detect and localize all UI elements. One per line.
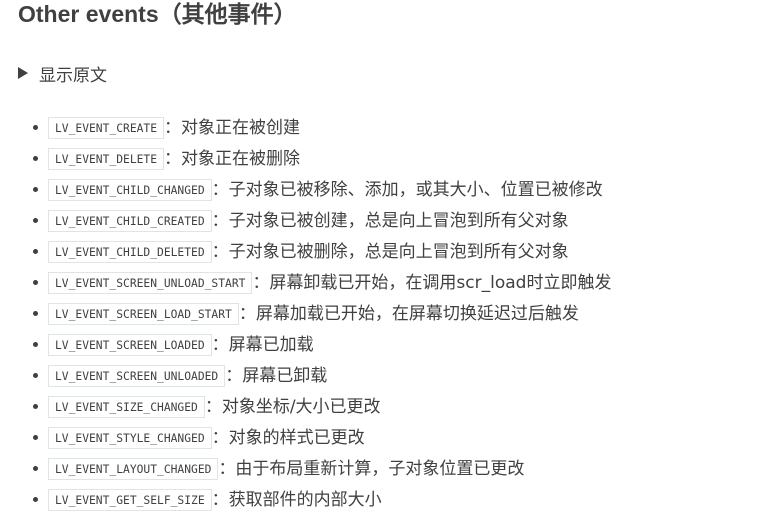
bullet-icon: [33, 373, 38, 378]
event-code: LV_EVENT_STYLE_CHANGED: [48, 426, 212, 449]
event-description: ：对象的样式已更改: [211, 427, 365, 448]
event-description: ：屏幕加载已开始，在屏幕切换延迟过后触发: [238, 303, 579, 324]
event-code: LV_EVENT_DELETE: [48, 147, 165, 170]
list-item: LV_EVENT_SCREEN_LOADED ：屏幕已加载: [0, 329, 611, 360]
list-item: LV_EVENT_SCREEN_UNLOAD_START ：屏幕卸载已开始，在调…: [0, 267, 611, 298]
list-item: LV_EVENT_SCREEN_UNLOADED ：屏幕已卸载: [0, 360, 611, 391]
bullet-icon: [33, 125, 38, 130]
list-item: LV_EVENT_LAYOUT_CHANGED ：由于布局重新计算，子对象位置已…: [0, 453, 611, 484]
page-title: Other events（其他事件）: [18, 1, 297, 27]
event-list: LV_EVENT_CREATE ：对象正在被创建 LV_EVENT_DELETE…: [0, 112, 611, 515]
bullet-icon: [33, 435, 38, 440]
event-description: ：由于布局重新计算，子对象位置已更改: [218, 458, 525, 479]
bullet-icon: [33, 342, 38, 347]
event-code: LV_EVENT_LAYOUT_CHANGED: [48, 457, 219, 480]
event-code: LV_EVENT_CHILD_CREATED: [48, 209, 212, 232]
bullet-icon: [33, 218, 38, 223]
event-code: LV_EVENT_GET_SELF_SIZE: [48, 488, 212, 511]
show-original-label: 显示原文: [39, 65, 107, 86]
event-description: ：屏幕已卸载: [225, 365, 328, 386]
bullet-icon: [33, 466, 38, 471]
event-code: LV_EVENT_SCREEN_LOADED: [48, 333, 212, 356]
list-item: LV_EVENT_CHILD_CHANGED ：子对象已被移除、添加，或其大小、…: [0, 174, 611, 205]
event-description: ：获取部件的内部大小: [211, 489, 382, 510]
bullet-icon: [33, 280, 38, 285]
list-item: LV_EVENT_GET_SELF_SIZE ：获取部件的内部大小: [0, 484, 611, 515]
list-item: LV_EVENT_SCREEN_LOAD_START ：屏幕加载已开始，在屏幕切…: [0, 298, 611, 329]
event-description: ：子对象已被删除，总是向上冒泡到所有父对象: [211, 241, 569, 262]
list-item: LV_EVENT_SIZE_CHANGED ：对象坐标/大小已更改: [0, 391, 611, 422]
event-description: ：子对象已被移除、添加，或其大小、位置已被修改: [211, 179, 603, 200]
bullet-icon: [33, 156, 38, 161]
event-description: ：对象坐标/大小已更改: [204, 396, 381, 417]
event-description: ：子对象已被创建，总是向上冒泡到所有父对象: [211, 210, 569, 231]
bullet-icon: [33, 311, 38, 316]
event-code: LV_EVENT_SCREEN_LOAD_START: [48, 302, 239, 325]
disclosure-triangle-icon: [18, 67, 28, 79]
list-item: LV_EVENT_CHILD_DELETED ：子对象已被删除，总是向上冒泡到所…: [0, 236, 611, 267]
event-code: LV_EVENT_SCREEN_UNLOADED: [48, 364, 226, 387]
list-item: LV_EVENT_CHILD_CREATED ：子对象已被创建，总是向上冒泡到所…: [0, 205, 611, 236]
bullet-icon: [33, 497, 38, 502]
list-item: LV_EVENT_STYLE_CHANGED ：对象的样式已更改: [0, 422, 611, 453]
event-description: ：屏幕已加载: [211, 334, 314, 355]
event-description: ：对象正在被删除: [164, 148, 301, 169]
event-code: LV_EVENT_SCREEN_UNLOAD_START: [48, 271, 253, 294]
event-code: LV_EVENT_CHILD_DELETED: [48, 240, 212, 263]
list-item: LV_EVENT_CREATE ：对象正在被创建: [0, 112, 611, 143]
event-description: ：屏幕卸载已开始，在调用scr_load时立即触发: [252, 272, 612, 293]
event-description: ：对象正在被创建: [164, 117, 301, 138]
show-original-toggle[interactable]: 显示原文: [18, 61, 107, 86]
event-code: LV_EVENT_CREATE: [48, 116, 165, 139]
bullet-icon: [33, 187, 38, 192]
event-code: LV_EVENT_SIZE_CHANGED: [48, 395, 205, 418]
list-item: LV_EVENT_DELETE ：对象正在被删除: [0, 143, 611, 174]
bullet-icon: [33, 404, 38, 409]
event-code: LV_EVENT_CHILD_CHANGED: [48, 178, 212, 201]
bullet-icon: [33, 249, 38, 254]
